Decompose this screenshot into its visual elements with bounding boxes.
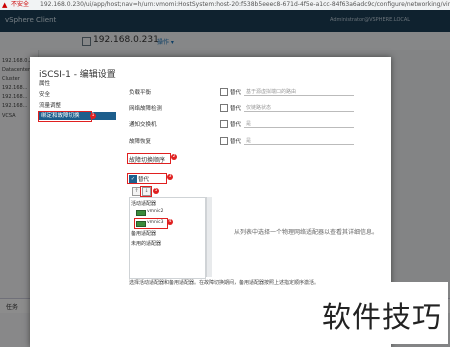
- failback-select[interactable]: [244, 137, 354, 145]
- nav-traffic-shaping[interactable]: 流量调整: [39, 101, 61, 109]
- step-badge-2: 2: [171, 154, 177, 160]
- notify-switches-value: 是: [246, 121, 252, 127]
- failback-value: 是: [246, 138, 252, 144]
- security-warning: 不安全: [11, 1, 30, 8]
- adapter-list-scrollbar[interactable]: [206, 197, 212, 277]
- nic-vmnic2[interactable]: vmnic2: [147, 209, 164, 214]
- highlight-box: [127, 153, 171, 164]
- active-adapters-group: 活动适配器: [131, 201, 157, 207]
- nic-icon: [136, 210, 146, 216]
- unused-adapters-group: 未用的适配器: [131, 241, 162, 247]
- load-balancing-label: 负载平衡: [129, 90, 152, 96]
- load-balancing-override-checkbox[interactable]: [220, 88, 228, 96]
- override-label: 替代: [230, 90, 242, 96]
- step-badge-4: 4: [167, 219, 173, 225]
- warning-icon: ▲: [2, 1, 8, 9]
- step-badge-1: 1: [90, 113, 96, 119]
- nav-properties[interactable]: 属性: [39, 79, 50, 87]
- failback-override-checkbox[interactable]: [220, 137, 228, 145]
- override-label: 替代: [230, 122, 242, 128]
- adapter-help-text: 从列表中选择一个物理网络适配器以查看其详细信息。: [234, 229, 379, 236]
- failover-note: 选择活动适配器和备用适配器。在故障切换期间，备用适配器按照上述指定顺序激活。: [129, 280, 320, 286]
- highlight-box: [127, 173, 167, 184]
- highlight-box: [134, 218, 168, 229]
- dialog-title: iSCSI-1 - 编辑设置: [39, 70, 116, 80]
- watermark-text: 软件技巧: [322, 300, 443, 334]
- notify-switches-override-checkbox[interactable]: [220, 120, 228, 128]
- failure-detection-label: 网络故障检测: [129, 106, 163, 112]
- override-label: 替代: [230, 106, 242, 112]
- watermark: 软件技巧: [318, 282, 448, 344]
- failure-detection-value: 仅链路状态: [246, 105, 272, 111]
- url-text[interactable]: 192.168.0.230/ui/app/host;nav=h/urn:vmom…: [40, 1, 450, 9]
- adapter-list: 活动适配器 vmnic2 vmnic3 备用适配器 未用的适配器: [129, 197, 206, 279]
- highlight-box: [38, 111, 92, 122]
- failback-label: 故障恢复: [129, 139, 152, 145]
- browser-url-bar[interactable]: ▲ 不安全 192.168.0.230/ui/app/host;nav=h/ur…: [0, 0, 450, 10]
- standby-adapters-group: 备用适配器: [131, 231, 157, 237]
- step-badge-3: 3: [167, 174, 173, 180]
- highlight-box: [140, 186, 152, 197]
- override-label: 替代: [230, 139, 242, 145]
- nav-security[interactable]: 安全: [39, 90, 50, 98]
- load-balancing-value: 基于源虚拟端口的路由: [246, 89, 297, 95]
- step-badge-5: 5: [153, 188, 159, 194]
- failure-detection-override-checkbox[interactable]: [220, 104, 228, 112]
- notify-switches-select[interactable]: [244, 120, 354, 128]
- notify-switches-label: 通知交换机: [129, 122, 157, 128]
